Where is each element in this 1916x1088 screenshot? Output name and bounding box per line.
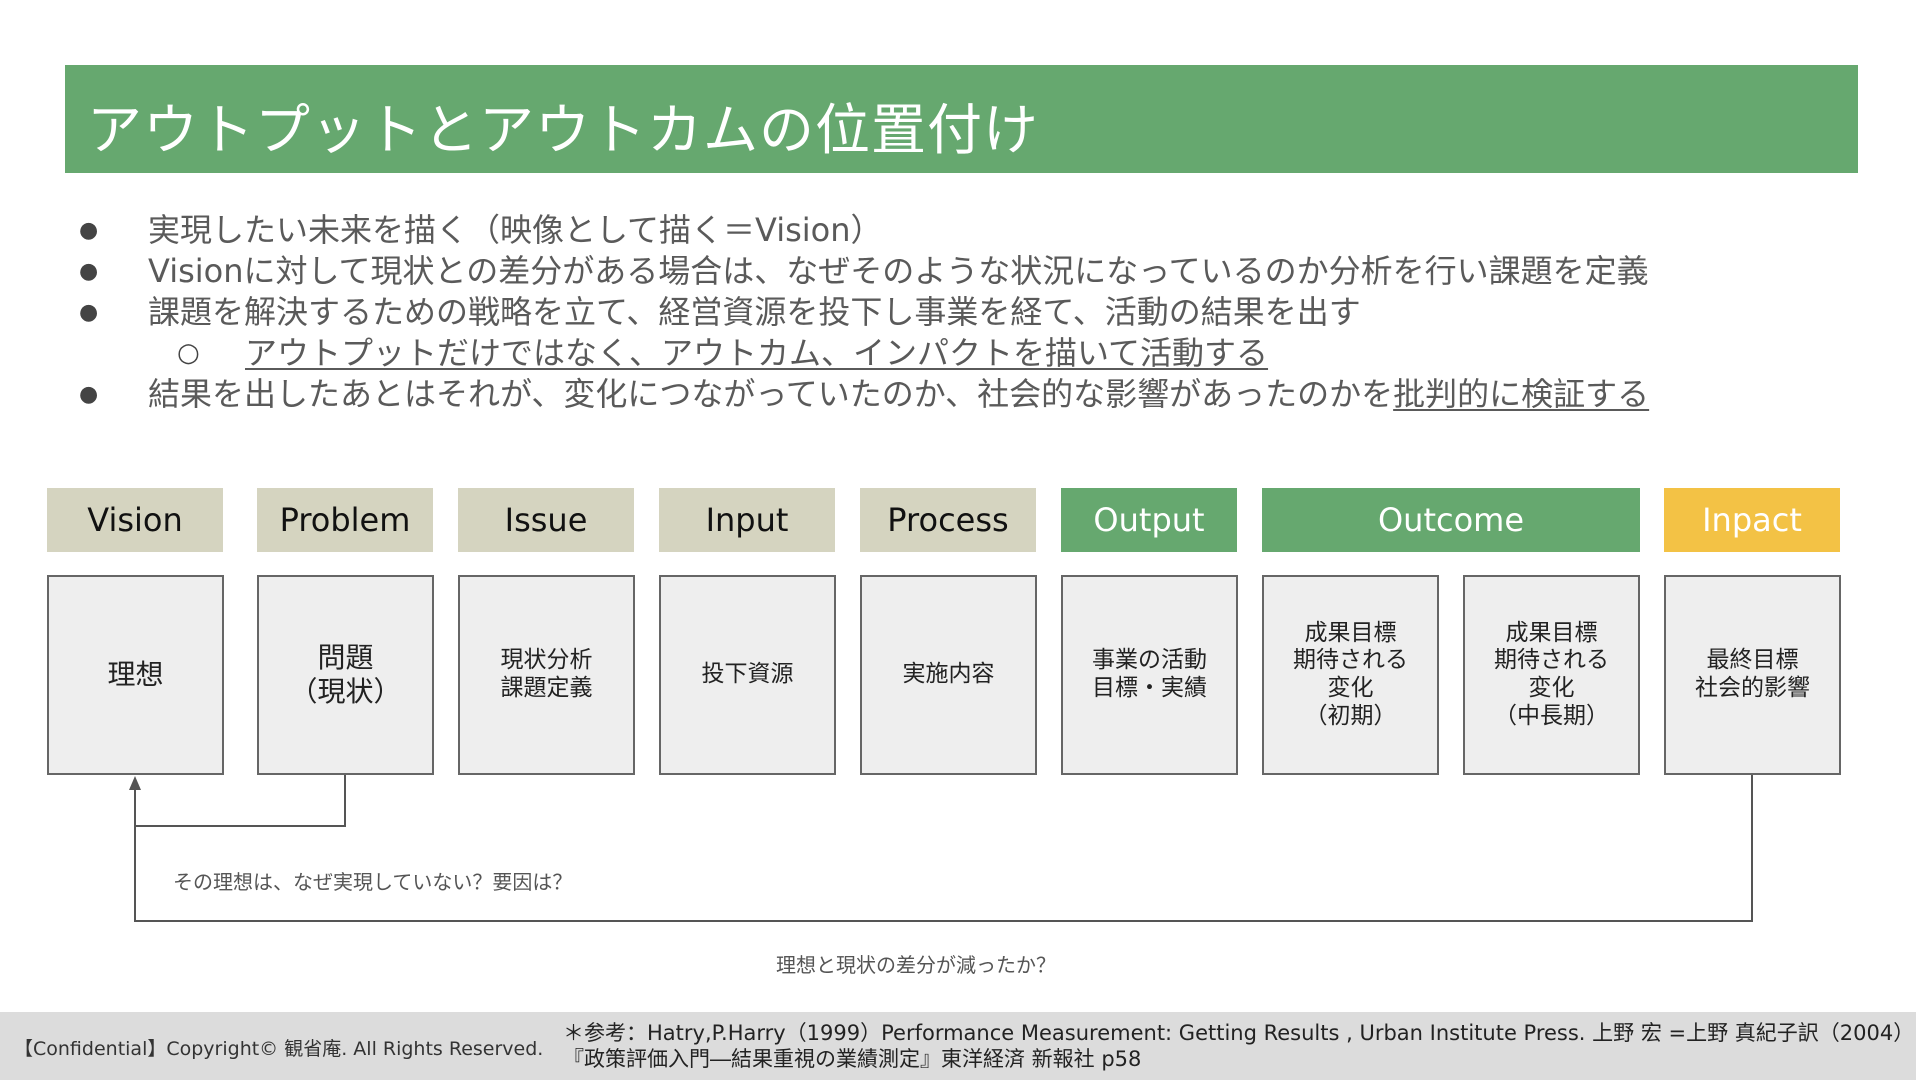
arrowhead-up-icon	[129, 776, 141, 790]
connector-lines	[129, 775, 1753, 922]
gap-question-note: その理想は、なぜ実現していない？要因は？	[173, 870, 573, 894]
impact-to-vision-connector	[134, 775, 1753, 922]
problem-to-vision-connector	[134, 775, 346, 827]
footer: 【Confidential】Copyright© 観省庵. All Rights…	[0, 1012, 1916, 1080]
copyright-text: 【Confidential】Copyright© 観省庵. All Rights…	[14, 1038, 544, 1060]
gap-reduced-note: 理想と現状の差分が減ったか？	[776, 953, 1056, 977]
reference-text: ＊参考：Hatry,P.Harry（1999）Performance Measu…	[563, 1020, 1914, 1072]
reference-line-2: 『政策評価入門―結果重視の業績測定』東洋経済 新報社 p58	[563, 1047, 1142, 1071]
reference-line-1: ＊参考：Hatry,P.Harry（1999）Performance Measu…	[563, 1021, 1915, 1045]
